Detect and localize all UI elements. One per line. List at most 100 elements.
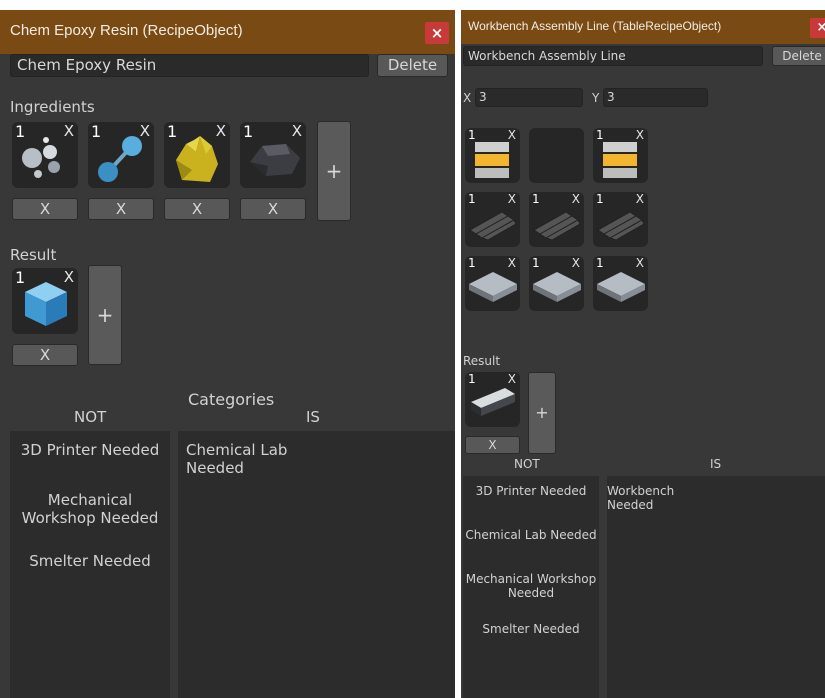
slot-quantity: 1 [243, 122, 254, 141]
slot-remove-x[interactable]: X [64, 268, 74, 286]
category-item-3d-printer[interactable]: 3D Printer Needed [463, 484, 599, 498]
y-size-label: Y [592, 91, 600, 105]
x-size-field[interactable]: 3 [475, 88, 583, 107]
floor-tile-icon [533, 272, 581, 302]
result-slot[interactable]: 1 X [465, 372, 520, 427]
result-slot[interactable]: 1 X [12, 268, 78, 334]
pipes-icon [597, 211, 645, 240]
is-column-heading: IS [710, 457, 722, 471]
slot-quantity: 1 [468, 128, 476, 142]
slot-remove-x[interactable]: X [508, 192, 516, 206]
categories-heading: Categories [188, 390, 275, 409]
slot-quantity: 1 [532, 192, 540, 206]
slot-quantity: 1 [596, 128, 604, 142]
panel-icon [603, 142, 637, 178]
not-column-heading: NOT [74, 408, 107, 426]
not-column-heading: NOT [514, 457, 540, 471]
slot-remove-x[interactable]: X [508, 256, 516, 270]
slot-remove-x[interactable]: X [64, 122, 74, 140]
category-item-smelter[interactable]: Smelter Needed [463, 622, 599, 636]
is-categories-list[interactable]: Chemical Lab Needed [178, 431, 455, 698]
grid-slot[interactable]: 1 X [465, 192, 520, 247]
category-item-mechanical-workshop[interactable]: Mechanical Workshop Needed [10, 491, 170, 527]
remove-ingredient-button[interactable]: X [88, 198, 154, 220]
slot-remove-x[interactable]: X [140, 122, 150, 140]
delete-button[interactable]: Delete [772, 46, 825, 66]
slot-remove-x[interactable]: X [636, 128, 644, 142]
window-titlebar: Workbench Assembly Line (TableRecipeObje… [461, 10, 825, 44]
slot-remove-x[interactable]: X [292, 122, 302, 140]
slot-quantity: 1 [468, 256, 476, 270]
window-titlebar: Chem Epoxy Resin (RecipeObject) × [0, 10, 455, 54]
workbench-icon [471, 388, 515, 416]
dark-rock-icon [250, 144, 300, 176]
window-title: Workbench Assembly Line (TableRecipeObje… [468, 19, 722, 33]
recipe-name-field[interactable]: Workbench Assembly Line [463, 46, 763, 66]
category-item-workbench[interactable]: Workbench Needed [607, 484, 697, 513]
window-title: Chem Epoxy Resin (RecipeObject) [10, 22, 243, 39]
category-item-chemical-lab[interactable]: Chemical Lab Needed [186, 441, 296, 477]
category-item-smelter[interactable]: Smelter Needed [10, 552, 170, 570]
table-recipe-object-inspector: Workbench Assembly Line (TableRecipeObje… [461, 10, 825, 698]
category-item-chemical-lab[interactable]: Chemical Lab Needed [463, 528, 599, 542]
category-item-mechanical-workshop[interactable]: Mechanical Workshop Needed [463, 572, 599, 601]
floor-tile-icon [597, 272, 645, 302]
slot-remove-x[interactable]: X [508, 372, 516, 386]
panel-icon [475, 142, 509, 178]
grid-slot-empty[interactable] [529, 128, 584, 183]
grid-slot[interactable]: 1 X [529, 192, 584, 247]
add-result-button[interactable]: + [88, 265, 122, 365]
slot-quantity: 1 [15, 122, 26, 141]
not-categories-list[interactable]: 3D Printer Needed Mechanical Workshop Ne… [10, 431, 170, 698]
floor-tile-icon [469, 272, 517, 302]
ingredient-slot[interactable]: 1 X [12, 122, 78, 188]
remove-ingredient-button[interactable]: X [12, 198, 78, 220]
result-heading: Result [463, 354, 501, 368]
grid-slot[interactable]: 1 X [529, 256, 584, 311]
ingredient-slot[interactable]: 1 X [240, 122, 306, 188]
grid-slot[interactable]: 1 X [465, 256, 520, 311]
grid-slot[interactable]: 1 X [465, 128, 520, 183]
grid-slot[interactable]: 1 X [593, 128, 648, 183]
close-icon[interactable]: × [425, 22, 449, 44]
result-heading: Result [10, 246, 57, 264]
slot-remove-x[interactable]: X [508, 128, 516, 142]
is-column-heading: IS [306, 408, 320, 426]
ingredients-heading: Ingredients [10, 98, 95, 116]
delete-button[interactable]: Delete [377, 54, 448, 77]
remove-result-button[interactable]: X [12, 344, 78, 366]
recipe-object-inspector: Chem Epoxy Resin (RecipeObject) × Chem E… [0, 10, 455, 698]
category-item-3d-printer[interactable]: 3D Printer Needed [10, 441, 170, 459]
slot-quantity: 1 [596, 192, 604, 206]
slot-remove-x[interactable]: X [572, 192, 580, 206]
slot-quantity: 1 [468, 372, 476, 386]
slot-remove-x[interactable]: X [636, 256, 644, 270]
is-categories-list[interactable]: Workbench Needed [607, 476, 825, 698]
x-size-label: X [463, 91, 472, 105]
ingredient-slot[interactable]: 1 X [88, 122, 154, 188]
slot-quantity: 1 [15, 268, 26, 287]
grid-slot[interactable]: 1 X [593, 192, 648, 247]
remove-ingredient-button[interactable]: X [240, 198, 306, 220]
pipes-icon [469, 211, 517, 240]
pipes-icon [533, 211, 581, 240]
slot-quantity: 1 [468, 192, 476, 206]
slot-remove-x[interactable]: X [636, 192, 644, 206]
remove-result-button[interactable]: X [465, 436, 520, 454]
slot-quantity: 1 [596, 256, 604, 270]
grid-slot[interactable]: 1 X [593, 256, 648, 311]
remove-ingredient-button[interactable]: X [164, 198, 230, 220]
add-ingredient-button[interactable]: + [317, 121, 351, 221]
slot-remove-x[interactable]: X [216, 122, 226, 140]
slot-remove-x[interactable]: X [572, 256, 580, 270]
slot-quantity: 1 [91, 122, 102, 141]
close-icon[interactable]: × [810, 18, 825, 38]
slot-quantity: 1 [167, 122, 178, 141]
not-categories-list[interactable]: 3D Printer Needed Chemical Lab Needed Me… [463, 476, 599, 698]
recipe-name-field[interactable]: Chem Epoxy Resin [10, 54, 369, 77]
y-size-field[interactable]: 3 [603, 88, 708, 107]
slot-quantity: 1 [532, 256, 540, 270]
spheres-icon [22, 137, 60, 178]
add-result-button[interactable]: + [528, 372, 556, 454]
ingredient-slot[interactable]: 1 X [164, 122, 230, 188]
